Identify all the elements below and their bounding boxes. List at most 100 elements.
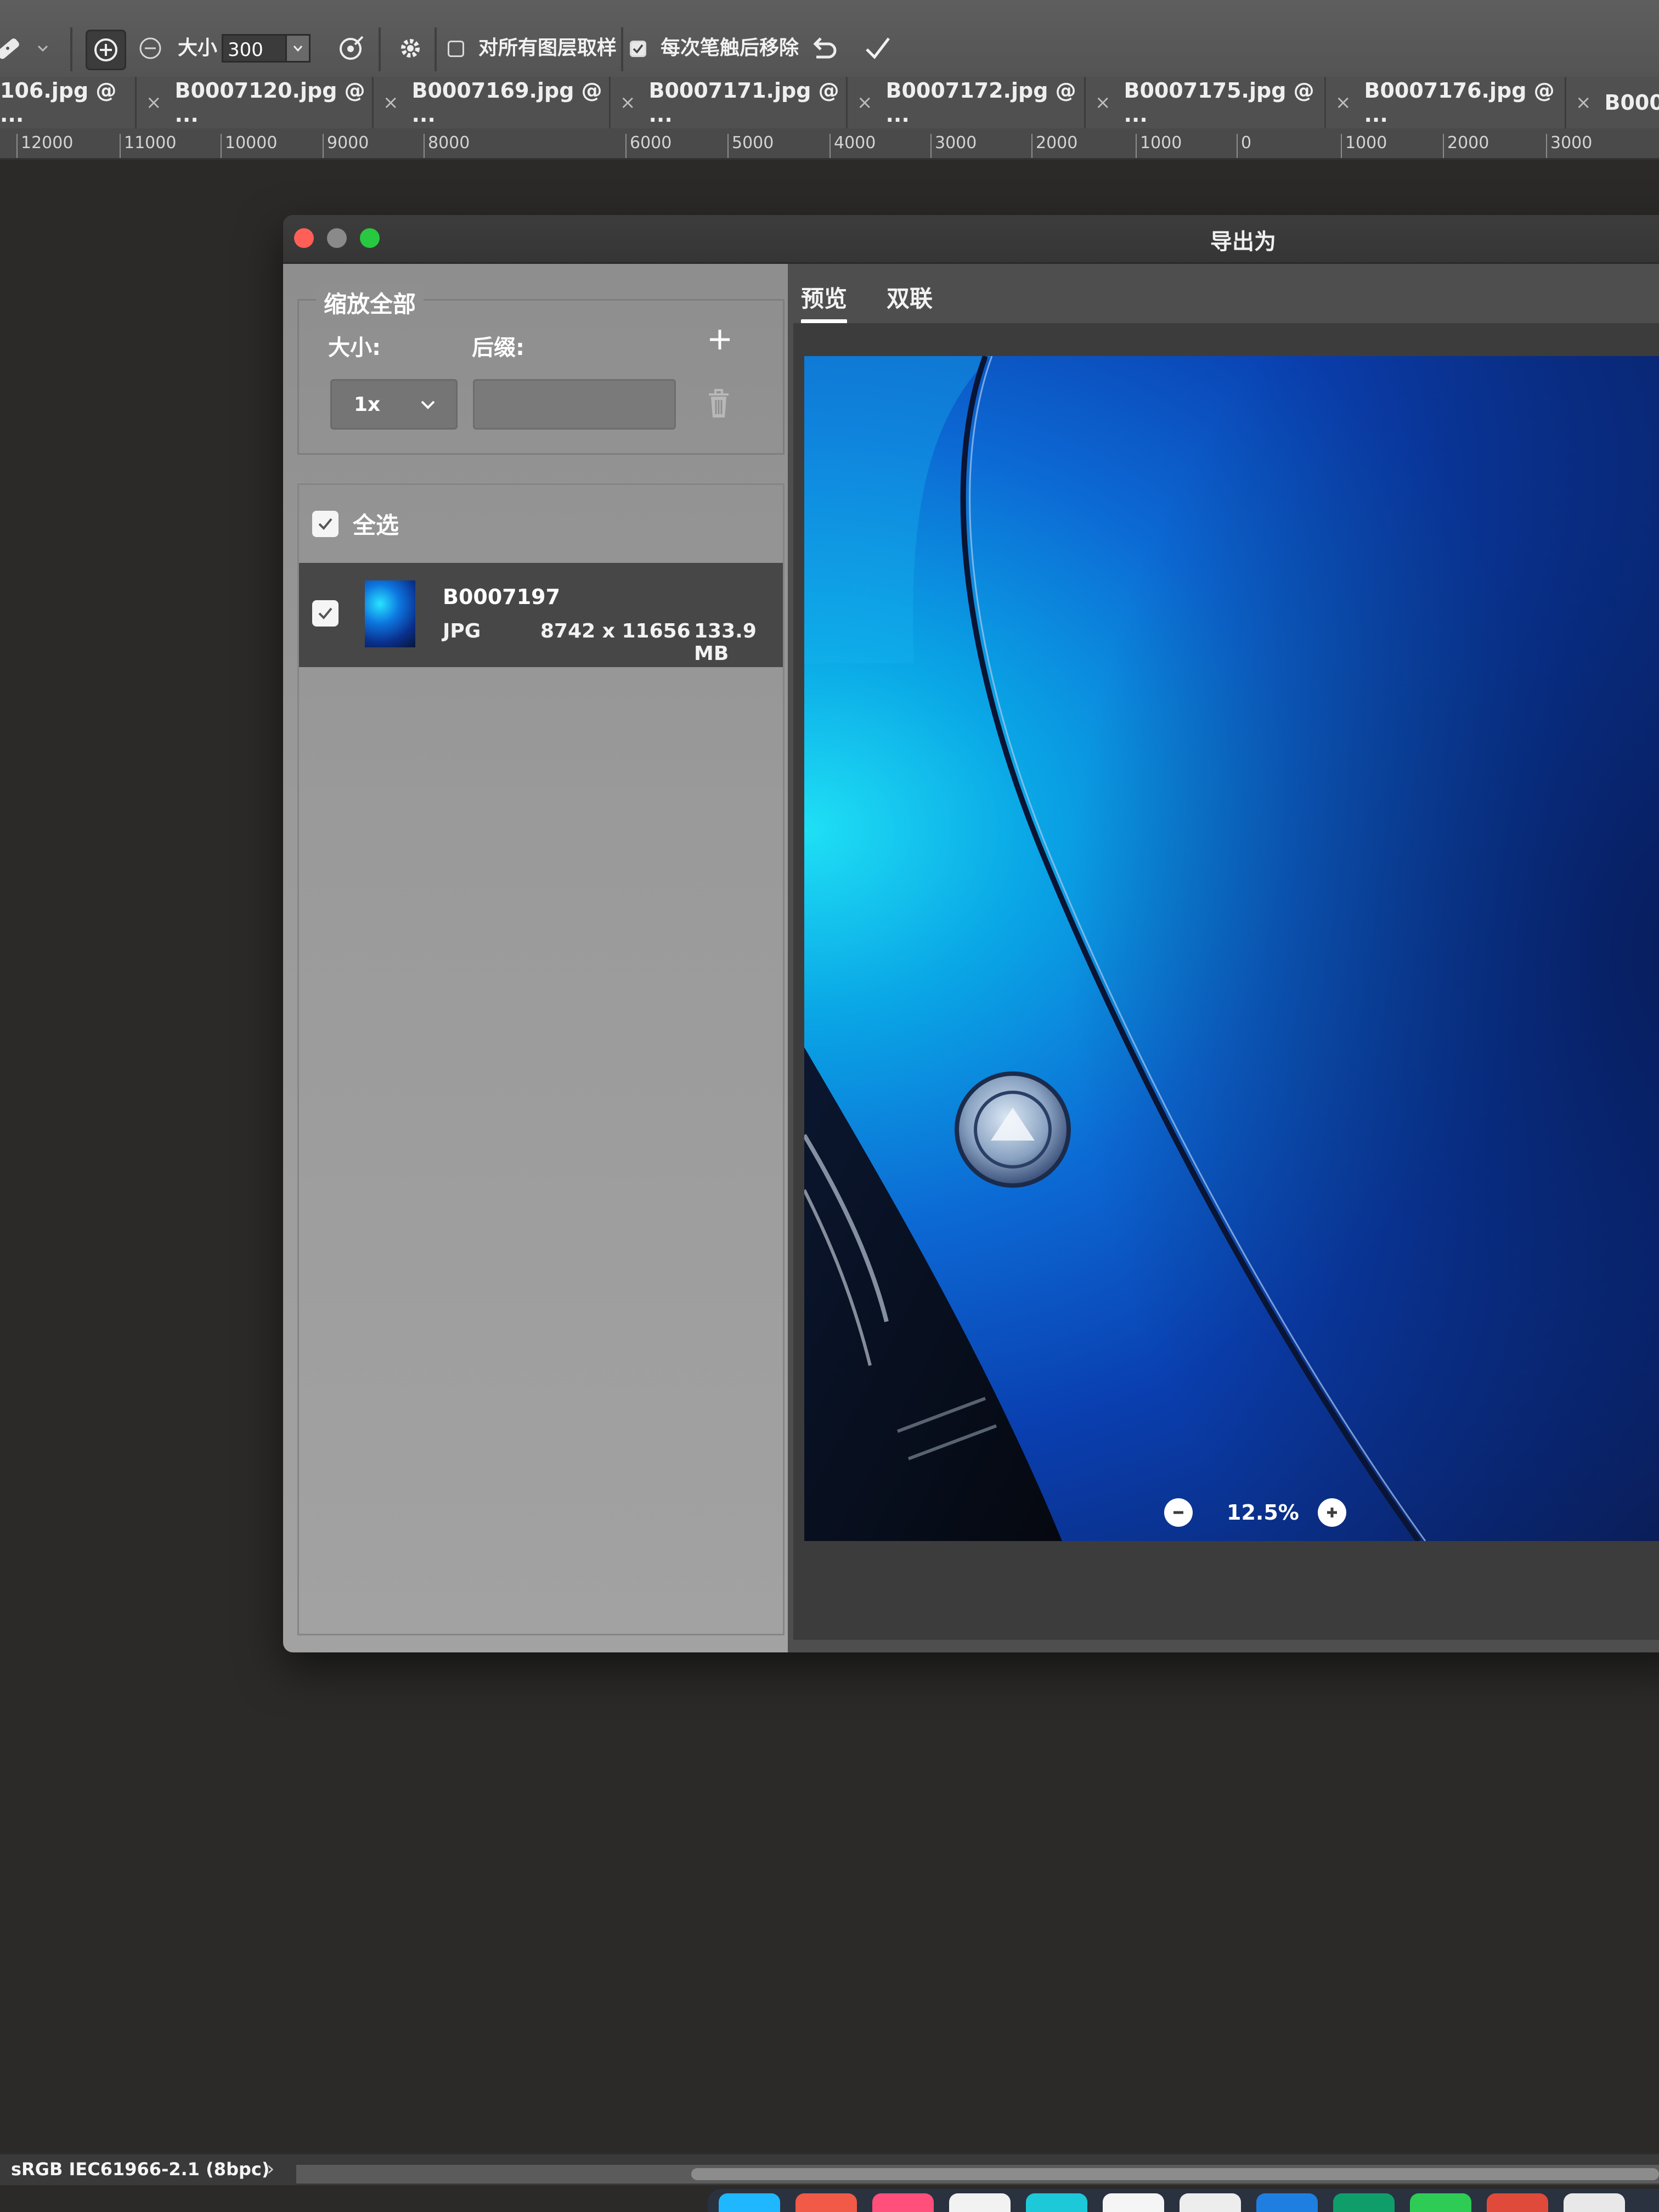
gear-icon[interactable] bbox=[392, 30, 429, 67]
tab-label: B0007176.jpg @ ... bbox=[1364, 78, 1555, 127]
tab-label: B0007175.jpg @ ... bbox=[1124, 78, 1314, 127]
document-tab[interactable]: × B0007120.jpg @ ... bbox=[135, 77, 374, 128]
brush-size-dropdown[interactable] bbox=[285, 34, 311, 63]
dock-app-icon[interactable] bbox=[949, 2193, 1011, 2212]
toolbar-divider bbox=[379, 27, 381, 71]
file-row[interactable]: B0007197 JPG 8742 x 11656 133.9 MB bbox=[299, 563, 783, 667]
ruler-tick: 8000 bbox=[424, 134, 470, 158]
preview-canvas[interactable] bbox=[793, 323, 1659, 1640]
brush-size-input[interactable]: 300 bbox=[222, 34, 287, 63]
undo-icon[interactable] bbox=[805, 30, 843, 67]
close-icon[interactable]: × bbox=[146, 92, 162, 114]
document-tab[interactable]: × B0007176.jpg @ ... bbox=[1324, 77, 1566, 128]
toolbar-divider bbox=[70, 27, 72, 71]
document-tab[interactable]: × B000 bbox=[1565, 77, 1659, 128]
close-icon[interactable]: × bbox=[1095, 92, 1111, 114]
document-tab[interactable]: 106.jpg @ ... bbox=[0, 77, 137, 128]
add-mode-icon[interactable] bbox=[86, 30, 126, 70]
healing-brush-icon[interactable] bbox=[0, 30, 26, 67]
dock-app-icon[interactable] bbox=[795, 2193, 857, 2212]
horizontal-ruler[interactable]: 12000 11000 10000 9000 8000 6000 5000 40… bbox=[0, 128, 1659, 160]
chevron-down-icon[interactable] bbox=[32, 30, 54, 67]
chevron-down-icon bbox=[421, 400, 435, 409]
ruler-tick: 11000 bbox=[120, 134, 176, 158]
pressure-brush-icon[interactable] bbox=[332, 30, 370, 67]
toolbar-divider bbox=[435, 27, 437, 71]
ruler-tick: 2000 bbox=[1443, 134, 1489, 158]
dock-app-icon[interactable] bbox=[1103, 2193, 1164, 2212]
options-bar: 大小 300 对所有图层取样 每次笔触后移除 bbox=[0, 0, 1659, 79]
file-list: 全选 B0007197 JPG 8742 x 11656 133.9 MB bbox=[297, 483, 785, 1635]
dock-app-icon[interactable] bbox=[1333, 2193, 1395, 2212]
tab-label: B000 bbox=[1604, 91, 1659, 115]
ruler-tick: 0 bbox=[1237, 134, 1251, 158]
tab-label: B0007169.jpg @ ... bbox=[411, 78, 602, 127]
export-as-dialog: 导出为 缩放全部 大小: 后缀: 1x 全选 B0007197 JPG 8742… bbox=[283, 215, 1659, 1652]
dialog-titlebar[interactable]: 导出为 bbox=[283, 215, 1659, 264]
ruler-tick: 1000 bbox=[1136, 134, 1182, 158]
dock-app-icon[interactable] bbox=[1564, 2193, 1625, 2212]
ruler-tick: 12000 bbox=[16, 134, 73, 158]
status-menu-arrow[interactable]: › bbox=[267, 2158, 274, 2180]
close-icon[interactable]: × bbox=[857, 92, 873, 114]
suffix-label: 后缀: bbox=[472, 335, 524, 360]
ruler-tick: 9000 bbox=[323, 134, 369, 158]
scrollbar-thumb[interactable] bbox=[691, 2168, 1659, 2180]
scale-select[interactable]: 1x bbox=[330, 379, 458, 430]
tab-preview[interactable]: 预览 bbox=[801, 280, 848, 324]
select-all-label: 全选 bbox=[353, 512, 399, 539]
document-tab[interactable]: × B0007171.jpg @ ... bbox=[609, 77, 848, 128]
close-icon[interactable]: × bbox=[1576, 92, 1592, 114]
scale-all-group bbox=[297, 299, 785, 455]
dock-app-icon[interactable] bbox=[1410, 2193, 1471, 2212]
file-size: 133.9 MB bbox=[694, 620, 757, 665]
close-icon[interactable]: × bbox=[1335, 92, 1351, 114]
ruler-tick: 3000 bbox=[1546, 134, 1592, 158]
zoom-controls: 12.5% bbox=[788, 1488, 1659, 1538]
dock-app-icon[interactable] bbox=[1256, 2193, 1318, 2212]
remove-after-stroke-checkbox[interactable] bbox=[630, 41, 646, 57]
file-checkbox[interactable] bbox=[312, 600, 338, 627]
preview-image bbox=[804, 356, 1659, 1541]
document-tab[interactable]: × B0007169.jpg @ ... bbox=[372, 77, 611, 128]
close-window-button[interactable] bbox=[294, 228, 314, 248]
tab-label: 106.jpg @ ... bbox=[0, 78, 117, 127]
dialog-title: 导出为 bbox=[1210, 229, 1276, 255]
ruler-tick: 2000 bbox=[1031, 134, 1077, 158]
zoom-window-button[interactable] bbox=[360, 228, 380, 248]
tab-diptych[interactable]: 双联 bbox=[887, 280, 933, 314]
ruler-tick: 4000 bbox=[830, 134, 876, 158]
export-settings-pane: 缩放全部 大小: 后缀: 1x 全选 B0007197 JPG 8742 x 1… bbox=[283, 264, 788, 1652]
sample-all-layers-checkbox[interactable] bbox=[448, 41, 464, 57]
sample-all-layers-label: 对所有图层取样 bbox=[478, 37, 617, 59]
document-tab[interactable]: × B0007172.jpg @ ... bbox=[846, 77, 1086, 128]
minimize-window-button[interactable] bbox=[327, 228, 347, 248]
dock-app-icon[interactable] bbox=[872, 2193, 934, 2212]
trash-icon[interactable] bbox=[703, 386, 734, 423]
brush-size-label: 大小 bbox=[178, 37, 218, 59]
dock-app-icon[interactable] bbox=[719, 2193, 780, 2212]
size-label: 大小: bbox=[328, 335, 381, 360]
dock-app-icon[interactable] bbox=[1487, 2193, 1548, 2212]
document-tabs: 106.jpg @ ... × B0007120.jpg @ ... × B00… bbox=[0, 77, 1659, 131]
subtract-mode-icon[interactable] bbox=[132, 30, 169, 67]
document-tab[interactable]: × B0007175.jpg @ ... bbox=[1084, 77, 1326, 128]
select-all-row[interactable]: 全选 bbox=[312, 507, 399, 540]
close-icon[interactable]: × bbox=[383, 92, 399, 114]
file-name: B0007197 bbox=[443, 585, 561, 609]
remove-after-stroke-label: 每次笔触后移除 bbox=[661, 37, 799, 59]
commit-checkmark-icon[interactable] bbox=[859, 30, 896, 67]
close-icon[interactable]: × bbox=[620, 92, 636, 114]
dock-app-icon[interactable] bbox=[1180, 2193, 1241, 2212]
tab-label: B0007172.jpg @ ... bbox=[885, 78, 1076, 127]
suffix-input[interactable] bbox=[473, 379, 676, 430]
dock-app-icon[interactable] bbox=[1026, 2193, 1087, 2212]
zoom-in-button[interactable] bbox=[1318, 1498, 1346, 1527]
color-profile: sRGB IEC61966-2.1 (8bpc) bbox=[11, 2159, 270, 2180]
toolbar-divider bbox=[621, 27, 623, 71]
add-scale-icon[interactable] bbox=[706, 325, 734, 356]
ruler-tick: 1000 bbox=[1341, 134, 1387, 158]
select-all-checkbox[interactable] bbox=[312, 510, 338, 537]
zoom-out-button[interactable] bbox=[1164, 1498, 1193, 1527]
tab-label: B0007171.jpg @ ... bbox=[648, 78, 839, 127]
